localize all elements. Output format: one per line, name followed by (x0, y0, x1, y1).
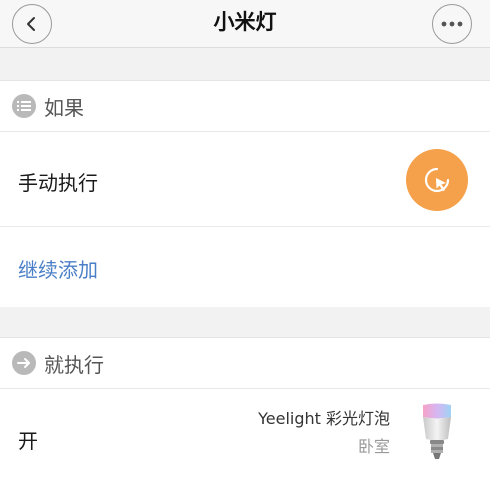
device-name: Yeelight 彩光灯泡 (258, 409, 390, 428)
add-more-link[interactable]: 继续添加 (18, 254, 98, 283)
action-label: 开 (18, 429, 38, 453)
if-section-title: 如果 (44, 95, 84, 120)
then-section-header: 就执行 (0, 337, 490, 389)
more-button[interactable] (432, 4, 472, 44)
add-more-row[interactable]: 继续添加 (0, 227, 490, 307)
if-section-header: 如果 (0, 80, 490, 132)
more-dots-icon (441, 21, 463, 27)
condition-row[interactable]: 手动执行 (0, 132, 490, 227)
page-title: 小米灯 (213, 10, 277, 34)
arrow-right-icon (12, 351, 36, 375)
condition-label: 手动执行 (18, 171, 98, 195)
color-bulb-icon (423, 403, 451, 459)
action-row[interactable]: 开 Yeelight 彩光灯泡 卧室 (0, 389, 490, 481)
tap-cursor-icon (424, 167, 450, 193)
then-section-title: 就执行 (44, 352, 104, 377)
device-room: 卧室 (357, 437, 390, 456)
navigation-bar: 小米灯 (0, 0, 490, 48)
list-icon (12, 94, 36, 118)
manual-run-button[interactable] (406, 149, 468, 211)
